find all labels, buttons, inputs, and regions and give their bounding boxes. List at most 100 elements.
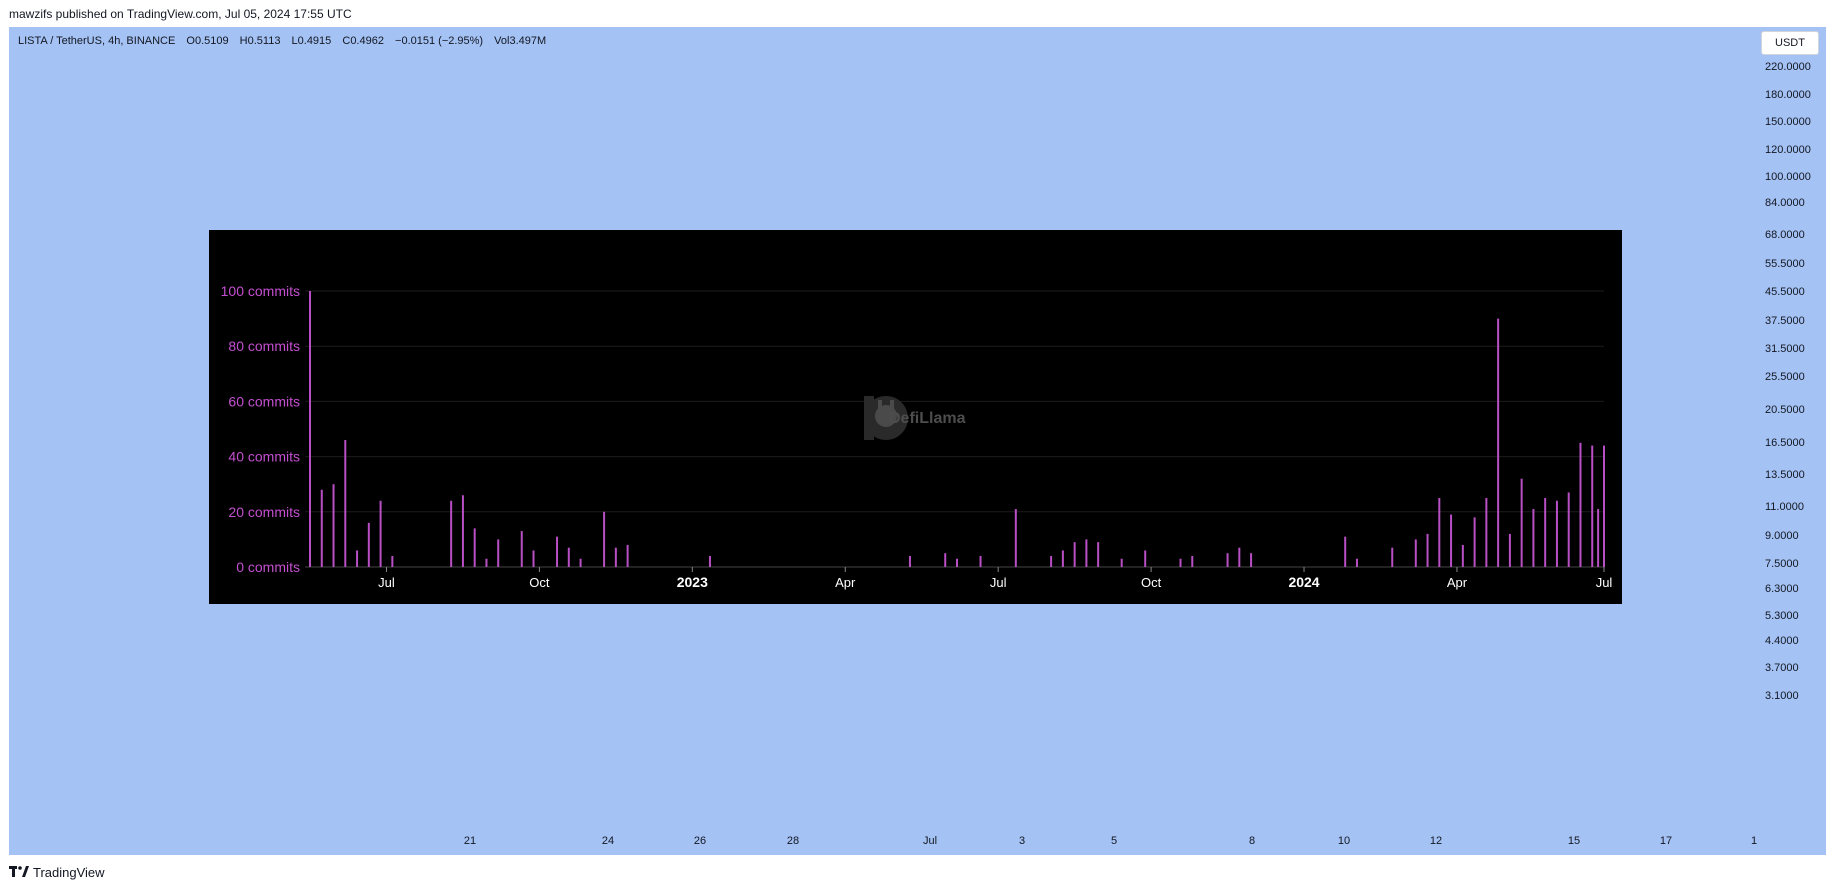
commit-bar (1391, 547, 1394, 567)
defillama-commits-chart: DefiLlama 100 commits 80 commits 60 commit… (209, 230, 1622, 604)
grid-layer (305, 290, 1604, 568)
commit-bar (1438, 498, 1441, 567)
commit-bar (1450, 514, 1453, 567)
price-scale-label: 68.0000 (1765, 229, 1805, 241)
commit-bar (708, 555, 711, 567)
x-tick-label: Oct (1141, 575, 1162, 590)
price-scale-label: 11.0000 (1765, 501, 1804, 513)
currency-button[interactable]: USDT (1761, 31, 1819, 55)
commit-bar (1191, 555, 1194, 567)
commit-bar (461, 495, 464, 567)
price-scale-label: 31.5000 (1765, 343, 1805, 355)
commit-bar (956, 558, 958, 567)
commit-bar (944, 553, 947, 567)
time-scale-label: Jul (922, 835, 938, 847)
time-scale-label: 12 (1429, 835, 1443, 847)
commit-bar (1555, 500, 1558, 567)
commit-bar (1497, 318, 1500, 567)
y-tick-label: 100 commits (221, 283, 300, 299)
low-value: 0.4915 (297, 35, 332, 47)
price-scale-label: 84.0000 (1765, 197, 1805, 209)
price-scale-label: 6.3000 (1765, 583, 1799, 595)
price-scale-label: 150.0000 (1765, 116, 1811, 128)
time-scale-label: 15 (1567, 835, 1581, 847)
price-scale-label: 45.5000 (1765, 286, 1805, 298)
commit-bar (1250, 553, 1253, 567)
high-value: 0.5113 (247, 35, 281, 47)
y-tick-label: 20 commits (228, 504, 300, 520)
commit-bar (567, 547, 570, 567)
commit-bar (1355, 558, 1358, 567)
commit-bar (603, 511, 606, 567)
x-tick-label: Oct (529, 575, 550, 590)
price-scale-label: 25.5000 (1765, 371, 1805, 383)
x-tick-label: Apr (835, 575, 856, 590)
commit-bar (450, 500, 453, 567)
time-scale-label: 26 (693, 835, 707, 847)
commit-bar (520, 531, 523, 567)
y-tick-label: 0 commits (236, 559, 300, 575)
commit-bar (309, 291, 311, 567)
commit-bar (367, 522, 370, 567)
commit-bar (332, 484, 335, 567)
price-scale-label: 7.5000 (1765, 558, 1799, 570)
time-scale-label: 1 (1750, 835, 1758, 847)
commit-bar (1473, 517, 1476, 567)
commit-bar (614, 547, 617, 567)
y-tick-label: 60 commits (228, 393, 300, 409)
price-scale-label: 3.1000 (1765, 690, 1799, 702)
commit-bar (1485, 498, 1488, 567)
price-scale-label: 55.5000 (1765, 258, 1805, 270)
commit-bar (1061, 550, 1064, 567)
time-scale-label: 21 (463, 835, 477, 847)
commit-bar (485, 558, 488, 567)
x-tick-label: 2024 (1288, 574, 1319, 590)
price-scale-label: 20.5000 (1765, 404, 1805, 416)
price-scale-label: 220.0000 (1765, 61, 1811, 73)
commit-bar (1414, 539, 1417, 567)
commit-bar (1597, 509, 1600, 567)
publish-caption: mawzifs published on TradingView.com, Ju… (9, 7, 352, 21)
commit-bar (1520, 478, 1523, 567)
commit-bar (1085, 539, 1088, 567)
price-scale-label: 9.0000 (1765, 530, 1799, 542)
commit-bar (1120, 558, 1123, 567)
time-scale-label: 5 (1110, 835, 1118, 847)
commit-bar (1014, 509, 1017, 567)
commit-bar (1238, 547, 1241, 567)
price-scale-label: 180.0000 (1765, 89, 1811, 101)
price-scale-label: 4.4000 (1765, 635, 1799, 647)
commit-bar (1179, 558, 1182, 567)
vol-value: 3.497M (509, 35, 547, 47)
price-scale-label: 13.5000 (1765, 469, 1805, 481)
commit-bar (497, 539, 500, 567)
tradingview-logo-icon (9, 865, 29, 880)
commit-bar (1508, 533, 1511, 567)
commit-bar (1567, 492, 1570, 567)
time-scale-label: 28 (786, 835, 800, 847)
x-tick-label: Jul (990, 575, 1007, 590)
commit-bar (979, 555, 982, 567)
y-tick-label: 40 commits (228, 449, 300, 465)
commit-bar (1603, 445, 1605, 567)
tradingview-brand-text: TradingView (33, 865, 105, 880)
watermark-text: DefiLlama (889, 410, 966, 427)
commit-bar (344, 440, 347, 567)
commit-bar (1050, 555, 1053, 567)
price-scale-label: 16.5000 (1765, 437, 1805, 449)
commit-bar (1073, 542, 1076, 567)
x-tick-label: Jul (1596, 575, 1613, 590)
commit-bar (1426, 533, 1429, 567)
time-scale-label: 17 (1659, 835, 1673, 847)
commit-bar (1144, 550, 1147, 567)
x-tick-label: Apr (1447, 575, 1468, 590)
vol-label: Vol (494, 35, 510, 47)
symbol-legend[interactable]: LISTA / TetherUS, 4h, BINANCE O0.5109 H0… (18, 35, 546, 47)
price-scale-label: 3.7000 (1765, 662, 1799, 674)
close-value: 0.4962 (350, 35, 384, 47)
commits-chart-svg: DefiLlama 100 commits 80 commits 60 commit… (221, 283, 1613, 590)
commit-bar (1579, 442, 1582, 567)
commit-bar (556, 536, 559, 567)
tradingview-branding[interactable]: TradingView (9, 865, 105, 880)
watermark: DefiLlama (864, 396, 966, 440)
